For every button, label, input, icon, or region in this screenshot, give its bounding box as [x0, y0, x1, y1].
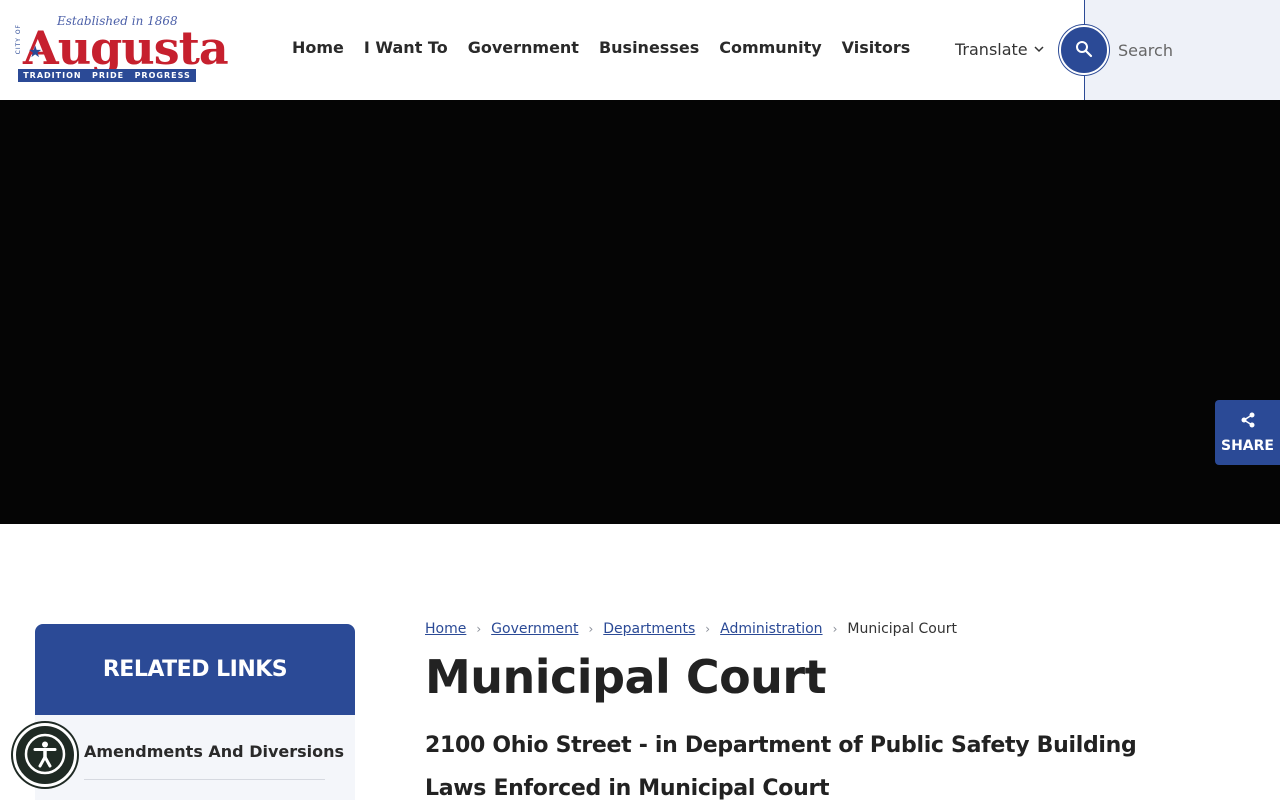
- main-nav: Home I Want To Government Businesses Com…: [292, 38, 910, 57]
- chevron-right-icon: ›: [476, 622, 482, 636]
- nav-government[interactable]: Government: [468, 38, 579, 57]
- star-icon: ★: [28, 42, 43, 61]
- translate-label: Translate: [955, 40, 1028, 59]
- nav-community[interactable]: Community: [719, 38, 821, 57]
- laws-heading: Laws Enforced in Municipal Court: [425, 776, 830, 800]
- search-icon: [1075, 40, 1093, 61]
- breadcrumb: Home › Government › Departments › Admini…: [425, 621, 957, 637]
- accessibility-button[interactable]: [13, 723, 77, 787]
- related-links-panel: RELATED LINKS Amendments And Diversions: [35, 624, 355, 800]
- related-links-header: RELATED LINKS: [35, 624, 355, 715]
- chevron-down-icon: [1034, 43, 1044, 56]
- tagline-progress: PROGRESS: [134, 71, 191, 80]
- hero-banner: [0, 100, 1280, 524]
- breadcrumb-administration[interactable]: Administration: [720, 621, 822, 637]
- augusta-logo[interactable]: Established in 1868 CITY OF Augusta ★ TR…: [15, 14, 229, 84]
- breadcrumb-government[interactable]: Government: [491, 621, 578, 637]
- nav-businesses[interactable]: Businesses: [599, 38, 699, 57]
- breadcrumb-current: Municipal Court: [847, 621, 957, 637]
- breadcrumb-departments[interactable]: Departments: [603, 621, 695, 637]
- search-input[interactable]: [1118, 36, 1268, 64]
- translate-dropdown[interactable]: Translate: [955, 40, 1044, 59]
- page-title: Municipal Court: [425, 650, 827, 704]
- share-label: SHARE: [1221, 437, 1274, 454]
- chevron-right-icon: ›: [832, 622, 838, 636]
- accessibility-icon: [23, 732, 67, 779]
- divider: [84, 779, 325, 780]
- related-links-title: RELATED LINKS: [102, 657, 288, 682]
- site-header: Established in 1868 CITY OF Augusta ★ TR…: [0, 0, 1280, 100]
- logo-city-of: CITY OF: [15, 24, 22, 55]
- logo-tagline: TRADITION PRIDE PROGRESS: [18, 69, 196, 82]
- tagline-tradition: TRADITION: [23, 71, 82, 80]
- nav-home[interactable]: Home: [292, 38, 344, 57]
- related-link-amendments[interactable]: Amendments And Diversions: [84, 742, 344, 761]
- chevron-right-icon: ›: [588, 622, 594, 636]
- tagline-pride: PRIDE: [92, 71, 125, 80]
- share-button[interactable]: SHARE: [1215, 400, 1280, 465]
- address-heading: 2100 Ohio Street - in Department of Publ…: [425, 733, 1137, 758]
- chevron-right-icon: ›: [705, 622, 711, 636]
- breadcrumb-home[interactable]: Home: [425, 621, 466, 637]
- search-button[interactable]: [1059, 25, 1109, 75]
- nav-i-want-to[interactable]: I Want To: [364, 38, 448, 57]
- nav-visitors[interactable]: Visitors: [842, 38, 911, 57]
- share-icon: [1240, 412, 1256, 432]
